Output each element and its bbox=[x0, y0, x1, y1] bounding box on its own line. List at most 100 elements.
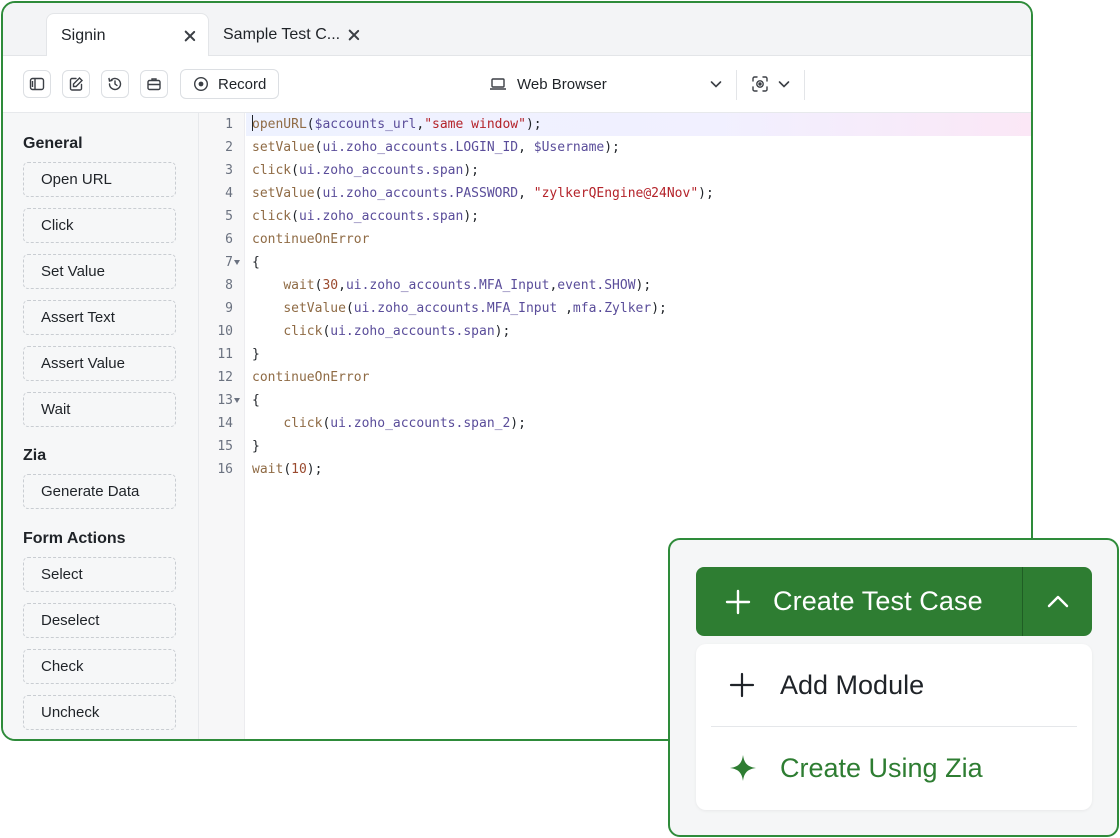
action-set-value[interactable]: Set Value bbox=[23, 254, 176, 289]
code-token: 30 bbox=[322, 278, 339, 293]
section-heading-general: General bbox=[23, 135, 83, 152]
briefcase-icon bbox=[147, 78, 161, 91]
chevron-down-icon bbox=[710, 81, 722, 88]
line-number: 3 bbox=[225, 163, 233, 178]
code-line: click(ui.zoho_accounts.span); bbox=[252, 320, 510, 343]
code-token: ( bbox=[306, 117, 315, 132]
create-options-toggle[interactable] bbox=[1023, 567, 1092, 636]
code-token: ( bbox=[283, 462, 292, 477]
create-menu-card: Create Test Case Add Module Create Using… bbox=[668, 538, 1119, 837]
code-token: mfa.Zylker bbox=[572, 301, 652, 316]
code-line: setValue(ui.zoho_accounts.PASSWORD, "zyl… bbox=[252, 182, 714, 205]
code-token: setValue bbox=[252, 186, 315, 201]
action-generate-data[interactable]: Generate Data bbox=[23, 474, 176, 509]
record-button[interactable]: Record bbox=[180, 69, 279, 99]
code-token: } bbox=[252, 347, 260, 362]
section-heading-form-actions: Form Actions bbox=[23, 530, 126, 547]
section-heading-zia: Zia bbox=[23, 447, 47, 464]
fold-arrow-icon[interactable] bbox=[234, 398, 240, 403]
line-number: 5 bbox=[225, 209, 233, 224]
code-line: setValue(ui.zoho_accounts.MFA_Input ,mfa… bbox=[252, 297, 667, 320]
code-token: $Username bbox=[533, 140, 605, 155]
menu-item-add-module[interactable]: Add Module bbox=[696, 644, 1092, 726]
line-number: 8 bbox=[225, 278, 233, 293]
line-number: 2 bbox=[225, 140, 233, 155]
code-token: wait bbox=[252, 462, 284, 477]
code-token: { bbox=[252, 255, 260, 270]
menu-item-label: Add Module bbox=[780, 669, 925, 700]
code-line: setValue(ui.zoho_accounts.LOGIN_ID, $Use… bbox=[252, 136, 620, 159]
fold-arrow-icon[interactable] bbox=[234, 260, 240, 265]
browser-select-label: Web Browser bbox=[517, 75, 607, 93]
line-number: 16 bbox=[217, 462, 233, 477]
create-test-case-split-button: Create Test Case bbox=[696, 567, 1092, 636]
code-line: continueOnError bbox=[252, 366, 369, 389]
action-open-url[interactable]: Open URL bbox=[23, 162, 176, 197]
edit-button[interactable] bbox=[62, 70, 90, 98]
code-line: click(ui.zoho_accounts.span); bbox=[252, 205, 479, 228]
code-token: ui.zoho_accounts.span bbox=[298, 163, 464, 178]
plus-icon bbox=[729, 672, 755, 698]
code-line: } bbox=[252, 435, 260, 458]
create-options-menu: Add Module Create Using Zia bbox=[696, 644, 1092, 810]
close-icon[interactable] bbox=[347, 28, 361, 42]
action-uncheck[interactable]: Uncheck bbox=[23, 695, 176, 730]
toolbar-divider bbox=[736, 70, 737, 100]
code-token: ); bbox=[510, 416, 526, 431]
briefcase-button[interactable] bbox=[140, 70, 168, 98]
code-line: } bbox=[252, 343, 260, 366]
panel-toggle-button[interactable] bbox=[23, 70, 51, 98]
tab-signin[interactable]: Signin bbox=[46, 13, 209, 57]
code-token: ); bbox=[494, 324, 511, 339]
line-number: 12 bbox=[217, 370, 233, 385]
code-line: openURL($accounts_url,"same window"); bbox=[246, 113, 1031, 136]
code-line: click(ui.zoho_accounts.span); bbox=[252, 159, 479, 182]
code-token: ); bbox=[635, 278, 652, 293]
action-assert-value[interactable]: Assert Value bbox=[23, 346, 176, 381]
code-token: openURL bbox=[252, 117, 307, 132]
code-line: click(ui.zoho_accounts.span_2); bbox=[252, 412, 526, 435]
code-token: { bbox=[252, 393, 260, 408]
line-number: 14 bbox=[217, 416, 233, 431]
create-test-case-button[interactable]: Create Test Case bbox=[696, 567, 1022, 636]
code-token: ); bbox=[651, 301, 667, 316]
code-line: { bbox=[252, 389, 260, 412]
close-icon[interactable] bbox=[183, 29, 197, 43]
action-assert-text[interactable]: Assert Text bbox=[23, 300, 176, 335]
code-token: } bbox=[252, 439, 260, 454]
action-check[interactable]: Check bbox=[23, 649, 176, 684]
action-deselect[interactable]: Deselect bbox=[23, 603, 176, 638]
code-token: ); bbox=[463, 209, 479, 224]
menu-item-create-using-zia[interactable]: Create Using Zia bbox=[696, 727, 1092, 809]
line-number: 1 bbox=[225, 117, 233, 132]
tab-label: Signin bbox=[61, 26, 106, 44]
action-wait[interactable]: Wait bbox=[23, 392, 176, 427]
action-click[interactable]: Click bbox=[23, 208, 176, 243]
code-token: $accounts_url bbox=[314, 117, 417, 132]
line-number: 4 bbox=[225, 186, 233, 201]
code-token: setValue bbox=[252, 140, 315, 155]
code-line: wait(10); bbox=[252, 458, 322, 481]
panel-toggle-icon bbox=[29, 77, 45, 91]
code-token: click bbox=[252, 209, 292, 224]
zia-scan-select[interactable] bbox=[751, 69, 795, 99]
line-number: 15 bbox=[217, 439, 233, 454]
line-number: 13 bbox=[217, 393, 233, 408]
code-token: ( bbox=[345, 301, 354, 316]
action-select[interactable]: Select bbox=[23, 557, 176, 592]
code-line: continueOnError bbox=[252, 228, 369, 251]
history-button[interactable] bbox=[101, 70, 129, 98]
code-token: ui.zoho_accounts.MFA_Input bbox=[345, 278, 550, 293]
browser-select[interactable]: Web Browser bbox=[489, 69, 723, 99]
code-token: ); bbox=[698, 186, 714, 201]
code-token: ui.zoho_accounts.PASSWORD bbox=[322, 186, 519, 201]
tab-sample-test-case[interactable]: Sample Test C... bbox=[209, 13, 369, 56]
code-token: , bbox=[338, 278, 346, 293]
create-test-case-label: Create Test Case bbox=[773, 586, 983, 616]
edit-icon bbox=[69, 77, 83, 91]
code-token: click bbox=[252, 163, 292, 178]
code-token: continueOnError bbox=[252, 232, 370, 247]
toolbar: Record Web Browser bbox=[3, 56, 1031, 113]
